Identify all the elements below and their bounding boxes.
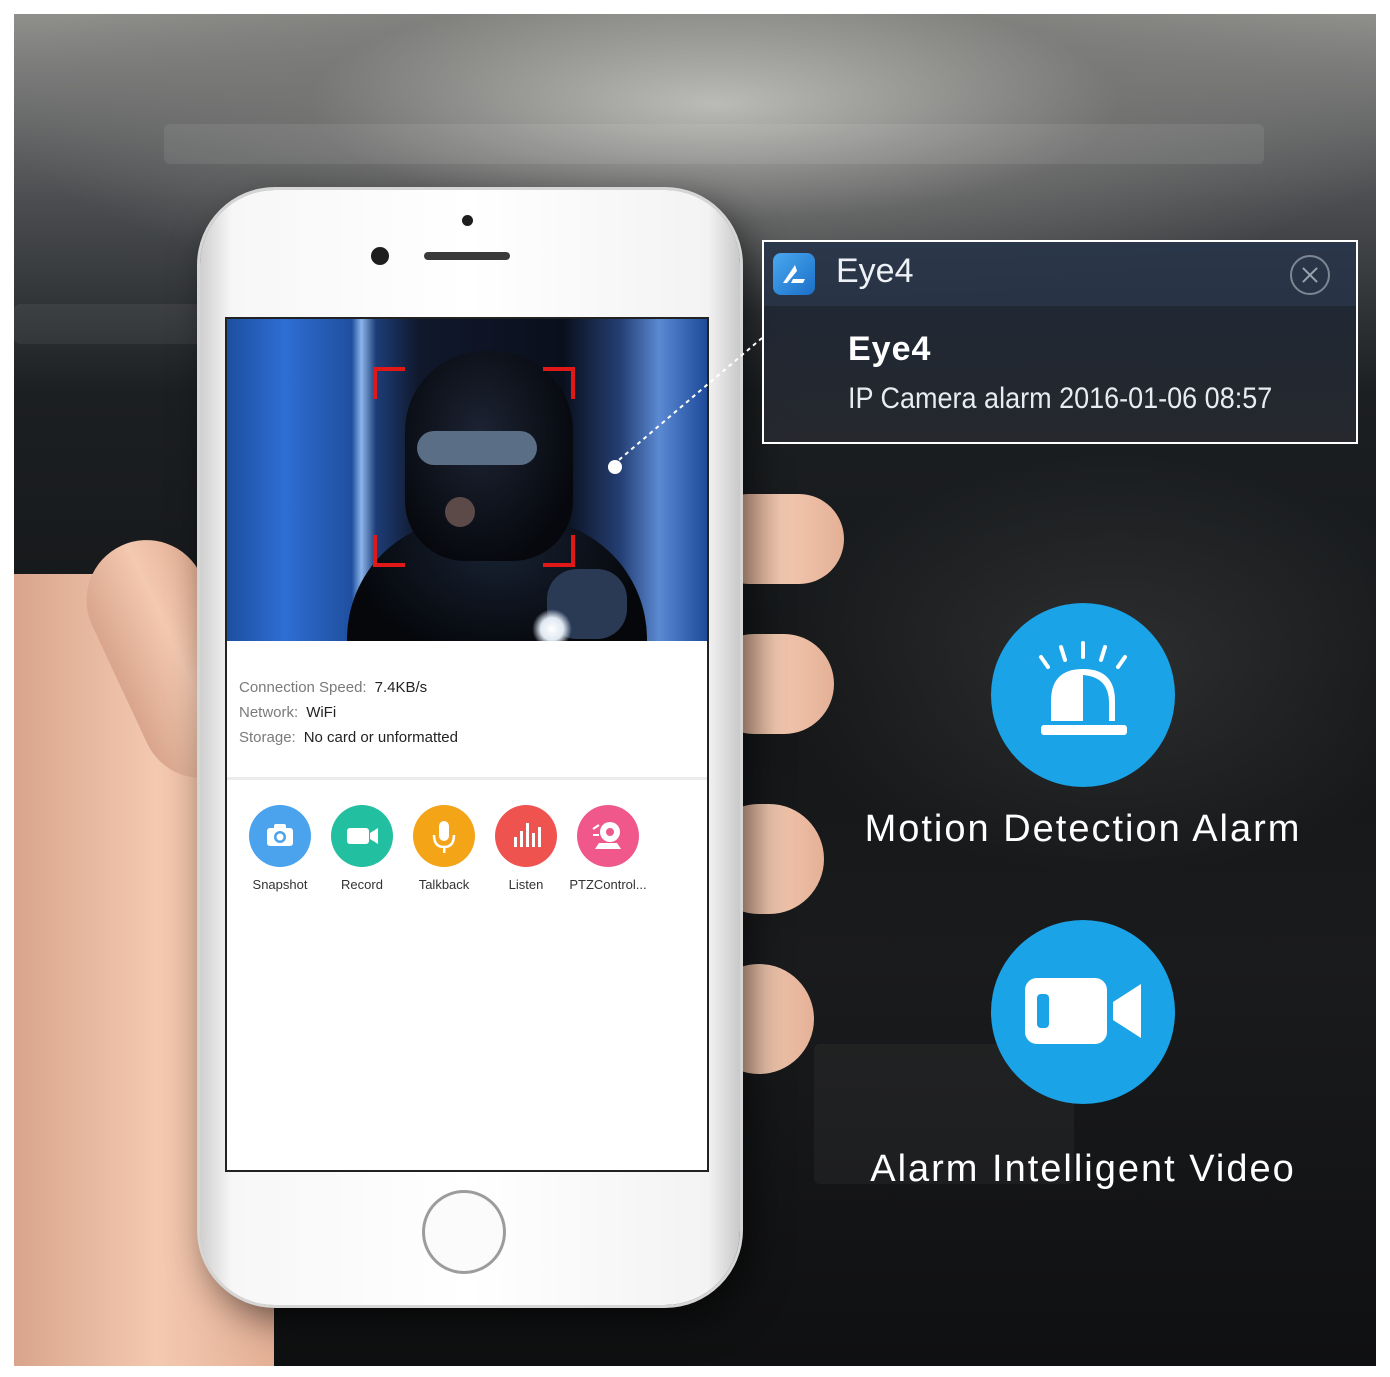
camera-live-view[interactable] <box>227 319 707 641</box>
microphone-icon <box>432 821 456 853</box>
storage-value: No card or unformatted <box>303 729 458 746</box>
intelligent-video-label: Alarm Intelligent Video <box>870 1148 1296 1190</box>
talkback-button[interactable]: Talkback <box>403 805 485 892</box>
video-camera-icon <box>347 828 378 844</box>
push-notification[interactable]: Eye4 Eye4 IP Camera alarm 2016-01-06 08:… <box>762 240 1358 444</box>
network-value: WiFi <box>306 704 337 721</box>
frame-corner-bottom-right <box>543 535 575 567</box>
phone-front-camera <box>371 247 389 265</box>
flashlight-glow <box>532 609 572 641</box>
network-row: Network: WiFi <box>239 700 458 725</box>
dashboard-highlight <box>164 124 1264 164</box>
ptz-control-button[interactable]: PTZControl... <box>567 805 649 892</box>
device-info-panel: Connection Speed: 7.4KB/s Network: WiFi St… <box>239 675 458 750</box>
ptz-control-label: PTZControl... <box>569 877 647 892</box>
intelligent-video-badge <box>991 920 1175 1104</box>
camera-icon <box>267 824 293 846</box>
frame-corner-top-left <box>373 367 405 399</box>
action-bar: Snapshot Record Talkback Listen PTZContr… <box>239 805 699 895</box>
callout-anchor-dot <box>608 460 622 474</box>
ptz-camera-icon <box>592 822 621 849</box>
phone-earpiece <box>424 252 510 260</box>
eye4-app-icon <box>773 253 815 295</box>
notification-app-name: Eye4 <box>836 252 914 290</box>
motion-alarm-label: Motion Detection Alarm <box>864 808 1302 850</box>
phone-sensor <box>462 215 473 226</box>
motion-alarm-badge <box>991 603 1175 787</box>
home-button[interactable] <box>422 1190 506 1274</box>
listen-button[interactable]: Listen <box>485 805 567 892</box>
talkback-label: Talkback <box>418 877 470 892</box>
siren-icon <box>1039 641 1127 735</box>
connection-speed-row: Connection Speed: 7.4KB/s <box>239 675 458 700</box>
storage-row: Storage: No card or unformatted <box>239 725 458 750</box>
audio-bars-icon <box>514 823 541 847</box>
connection-speed-label: Connection Speed: <box>239 679 367 696</box>
section-divider <box>227 777 707 780</box>
connection-speed-value: 7.4KB/s <box>374 679 428 696</box>
listen-circle <box>495 805 557 867</box>
eye4-logo-icon <box>783 265 805 283</box>
ptz-circle <box>577 805 639 867</box>
frame-corner-bottom-left <box>373 535 405 567</box>
record-button[interactable]: Record <box>321 805 403 892</box>
record-circle <box>331 805 393 867</box>
phone-screen: Connection Speed: 7.4KB/s Network: WiFi St… <box>225 317 709 1172</box>
snapshot-circle <box>249 805 311 867</box>
record-label: Record <box>341 877 383 892</box>
snapshot-button[interactable]: Snapshot <box>239 805 321 892</box>
snapshot-label: Snapshot <box>252 877 308 892</box>
notification-title: Eye4 <box>848 330 932 368</box>
notification-message: IP Camera alarm 2016-01-06 08:57 <box>848 382 1273 415</box>
close-icon[interactable] <box>1290 255 1330 295</box>
video-camera-icon <box>1025 978 1141 1044</box>
listen-label: Listen <box>508 877 544 892</box>
network-label: Network: <box>239 704 299 721</box>
storage-label: Storage: <box>239 729 296 746</box>
talkback-circle <box>413 805 475 867</box>
frame-corner-top-right <box>543 367 575 399</box>
face-detection-frame <box>373 367 575 567</box>
